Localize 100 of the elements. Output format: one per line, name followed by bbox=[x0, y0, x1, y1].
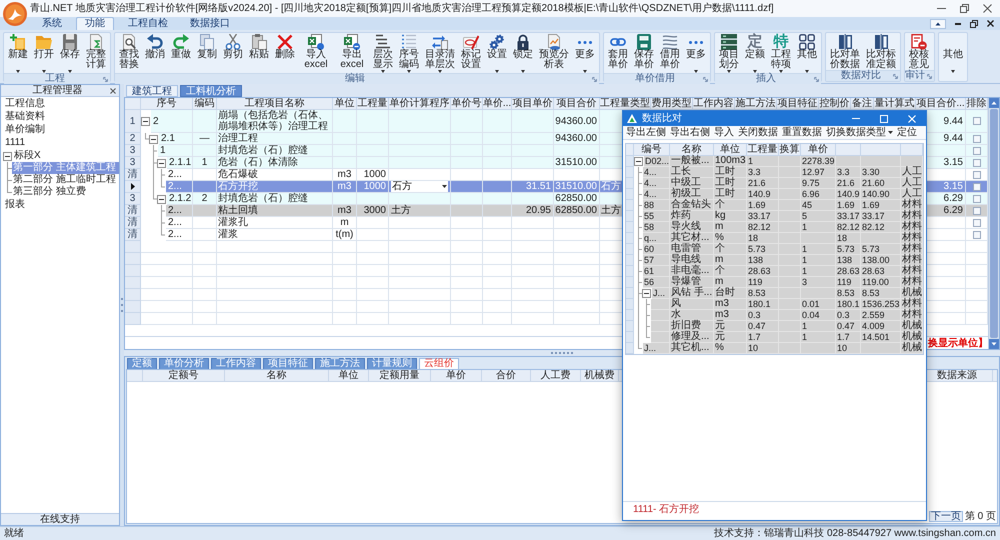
checkbox[interactable] bbox=[972, 194, 980, 202]
ribbon-button[interactable]: 导入excel bbox=[300, 34, 332, 70]
toolbar-button[interactable]: 导入 bbox=[714, 126, 734, 138]
row-header-cell: 3 bbox=[125, 157, 141, 169]
ribbon-button[interactable]: 新建 bbox=[7, 34, 29, 73]
tab[interactable]: 系统 bbox=[34, 17, 70, 30]
ribbon-button[interactable]: 打开 bbox=[33, 34, 55, 73]
collapse-icon[interactable] bbox=[634, 157, 643, 166]
ribbon-button[interactable]: 项目划分 bbox=[718, 34, 740, 73]
checkbox[interactable] bbox=[972, 117, 980, 125]
tree-item[interactable]: 单价编制 bbox=[3, 124, 119, 136]
toolbar-button[interactable]: 关闭数据 bbox=[738, 126, 778, 138]
ribbon-button[interactable]: 查找替换 bbox=[118, 34, 140, 70]
tree-item[interactable]: 标段X bbox=[12, 150, 119, 162]
collapse-icon[interactable] bbox=[642, 289, 651, 298]
checkbox[interactable] bbox=[972, 230, 980, 238]
close-icon[interactable] bbox=[987, 20, 994, 27]
ribbon-button[interactable]: 粘贴 bbox=[248, 34, 270, 70]
collapse-icon[interactable] bbox=[3, 152, 12, 160]
ribbon-button[interactable]: 保存 bbox=[59, 34, 81, 73]
table-cell bbox=[141, 265, 193, 277]
maximize-icon[interactable] bbox=[880, 114, 888, 122]
checkbox[interactable] bbox=[972, 158, 980, 166]
ribbon-button[interactable]: 比对单价数据 bbox=[829, 34, 861, 70]
toolbar-button[interactable]: 导出右侧 bbox=[670, 126, 710, 138]
toolbar-button[interactable]: 导出左侧 bbox=[626, 126, 666, 138]
ribbon-button[interactable]: 套用单价 bbox=[607, 34, 629, 70]
ribbon-button[interactable]: 锁定 bbox=[512, 34, 534, 73]
ribbon-button[interactable]: 删除 bbox=[274, 34, 296, 70]
dialog-launcher-icon[interactable] bbox=[703, 76, 708, 82]
ribbon-button[interactable]: 完整计算 bbox=[85, 34, 107, 70]
tree-item[interactable]: 工程信息 bbox=[3, 98, 119, 110]
close-icon[interactable] bbox=[110, 88, 116, 94]
checkbox[interactable] bbox=[972, 182, 980, 190]
ribbon-button[interactable]: 校核意见 bbox=[908, 34, 930, 70]
dialog-launcher-icon[interactable] bbox=[592, 76, 597, 82]
dropdown-field[interactable]: 石方 bbox=[391, 181, 448, 192]
ribbon-button[interactable]: 复制 bbox=[196, 34, 218, 70]
tab[interactable]: 云组价 bbox=[419, 358, 459, 369]
collapse-icon[interactable] bbox=[157, 158, 166, 168]
table-cell: 94360.00 bbox=[554, 133, 600, 145]
checkbox[interactable] bbox=[972, 218, 980, 226]
toolbar-button[interactable]: 切换数据类型 bbox=[826, 126, 893, 138]
ribbon-button[interactable]: 撤消 bbox=[144, 34, 166, 70]
ribbon-button[interactable]: 预览分析表 bbox=[538, 34, 570, 70]
vertical-scrollbar[interactable] bbox=[988, 98, 999, 349]
ribbon-button[interactable]: 更多 bbox=[685, 34, 707, 73]
table-cell bbox=[451, 193, 483, 205]
dialog-launcher-icon[interactable] bbox=[893, 74, 898, 78]
ribbon-button[interactable]: 特 工程特项 bbox=[770, 34, 792, 73]
ribbon-button[interactable]: 重做 bbox=[170, 34, 192, 70]
dialog-launcher-icon[interactable] bbox=[814, 76, 819, 82]
close-icon[interactable] bbox=[983, 4, 992, 13]
scrollbar-thumb[interactable] bbox=[990, 109, 998, 338]
ribbon-button[interactable]: 序号编码 bbox=[398, 34, 420, 73]
collapse-ribbon-icon[interactable] bbox=[930, 18, 946, 28]
online-support-button[interactable]: 在线支持 bbox=[1, 513, 119, 525]
ribbon-button[interactable]: 其他 bbox=[942, 34, 964, 73]
tree-item[interactable]: 报表 bbox=[3, 199, 119, 211]
ribbon-button[interactable]: 设置 bbox=[486, 34, 508, 73]
collapse-icon[interactable] bbox=[141, 117, 150, 126]
ribbon-button[interactable]: 借用单价 bbox=[659, 34, 681, 70]
tab[interactable]: 工程自检 bbox=[120, 17, 176, 30]
ribbon-button[interactable]: 导出excel bbox=[336, 34, 368, 70]
tree-item[interactable]: 第二部分 施工临时工程 bbox=[12, 174, 119, 186]
table-cell bbox=[512, 133, 554, 145]
tree-item[interactable]: 基础资料 bbox=[3, 111, 119, 123]
ribbon-button[interactable]: 其他 bbox=[796, 34, 818, 73]
ribbon-button[interactable]: 标记设置 bbox=[460, 34, 482, 70]
ribbon-button[interactable]: 剪切 bbox=[222, 34, 244, 70]
dialog-launcher-icon[interactable] bbox=[103, 76, 108, 82]
collapse-icon[interactable] bbox=[157, 194, 166, 204]
row-header-cell bbox=[125, 301, 141, 313]
scroll-down-icon[interactable] bbox=[989, 339, 999, 349]
group-label: 数据对比 bbox=[841, 71, 881, 81]
collapse-icon[interactable] bbox=[149, 134, 158, 144]
toolbar-button[interactable]: 重置数据 bbox=[782, 126, 822, 138]
row-header-cell bbox=[125, 277, 141, 289]
checkbox[interactable] bbox=[972, 206, 980, 214]
restore-icon[interactable] bbox=[960, 4, 969, 13]
tree-item[interactable]: 1111 bbox=[3, 137, 119, 149]
minimize-icon[interactable] bbox=[955, 22, 961, 24]
checkbox[interactable] bbox=[972, 170, 980, 178]
ribbon-button[interactable]: 保存单价 bbox=[633, 34, 655, 70]
ribbon-button[interactable]: 比对标准定额 bbox=[865, 34, 897, 70]
scroll-up-icon[interactable] bbox=[989, 98, 999, 108]
ribbon-button[interactable]: 目录清单层次 bbox=[424, 34, 456, 73]
checkbox[interactable] bbox=[972, 134, 980, 142]
next-page-button[interactable]: 下一页 bbox=[928, 510, 963, 522]
toolbar-button[interactable]: 定位 bbox=[897, 126, 917, 138]
checkbox[interactable] bbox=[972, 146, 980, 154]
tab[interactable]: 数据接口 bbox=[182, 17, 238, 30]
dialog-launcher-icon[interactable] bbox=[927, 74, 932, 78]
ribbon-button[interactable]: 定 定额 bbox=[744, 34, 766, 73]
ribbon-button[interactable]: 更多 bbox=[574, 34, 596, 73]
tab[interactable]: 功能 bbox=[76, 17, 114, 30]
restore-icon[interactable] bbox=[970, 20, 978, 28]
tree-item[interactable]: 第三部分 独立费 bbox=[12, 186, 119, 198]
tab[interactable]: 建筑工程 bbox=[126, 85, 178, 97]
ribbon-button[interactable]: 层次显示 bbox=[372, 34, 394, 73]
